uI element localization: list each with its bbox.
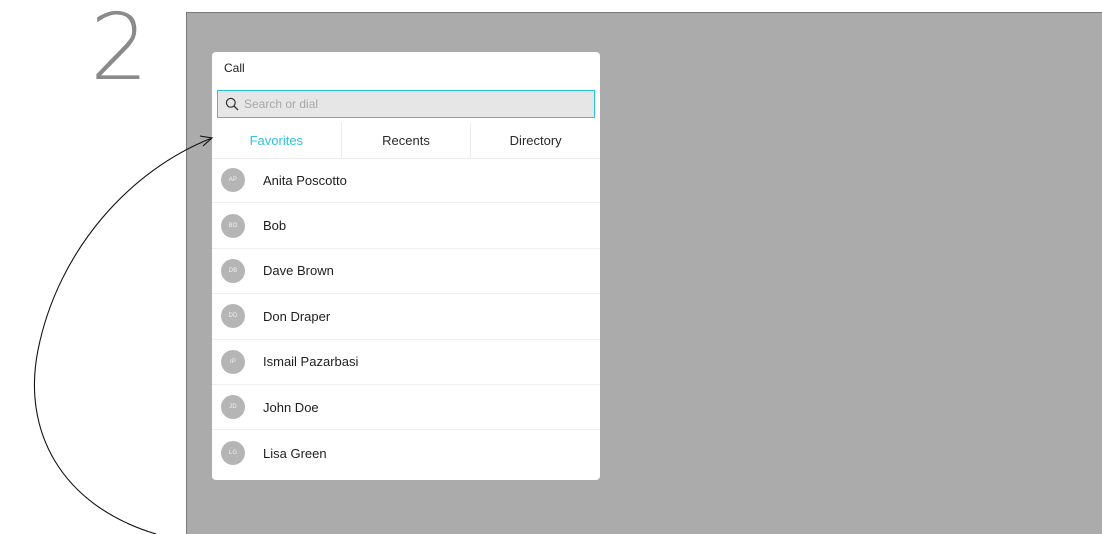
- contact-list: AP Anita Poscotto BO Bob DB Dave Brown D…: [212, 158, 600, 476]
- avatar: AP: [221, 168, 245, 193]
- tab-directory[interactable]: Directory: [470, 122, 600, 158]
- contact-name: Lisa Green: [263, 445, 327, 461]
- step-number: 2: [90, 0, 149, 101]
- list-item[interactable]: AP Anita Poscotto: [212, 158, 600, 204]
- search-placeholder: Search or dial: [244, 97, 319, 111]
- search-icon: [223, 95, 241, 113]
- list-item[interactable]: LG Lisa Green: [212, 430, 600, 475]
- avatar: DD: [221, 304, 245, 329]
- contact-name: Don Draper: [263, 308, 331, 324]
- contact-name: Anita Poscotto: [263, 172, 347, 188]
- avatar: JD: [221, 395, 245, 420]
- avatar: IP: [221, 349, 245, 374]
- list-item[interactable]: IP Ismail Pazarbasi: [212, 340, 600, 385]
- list-item[interactable]: DD Don Draper: [212, 294, 600, 340]
- avatar: DB: [221, 258, 245, 283]
- list-item[interactable]: DB Dave Brown: [212, 249, 600, 295]
- tab-favorites[interactable]: Favorites: [212, 122, 341, 158]
- contact-name: Ismail Pazarbasi: [263, 354, 359, 370]
- avatar: BO: [221, 213, 245, 238]
- contact-name: Dave Brown: [263, 263, 334, 279]
- search-input[interactable]: Search or dial: [217, 90, 595, 118]
- panel-title: Call: [224, 61, 245, 75]
- list-item[interactable]: JD John Doe: [212, 385, 600, 431]
- tab-recents[interactable]: Recents: [340, 122, 471, 158]
- contact-name: Bob: [263, 218, 287, 234]
- call-panel: Call Search or dial Favorites Recents Di…: [212, 52, 600, 480]
- avatar: LG: [221, 441, 245, 466]
- list-item[interactable]: BO Bob: [212, 203, 600, 249]
- tab-bar: Favorites Recents Directory: [212, 122, 600, 159]
- contact-name: John Doe: [263, 399, 319, 415]
